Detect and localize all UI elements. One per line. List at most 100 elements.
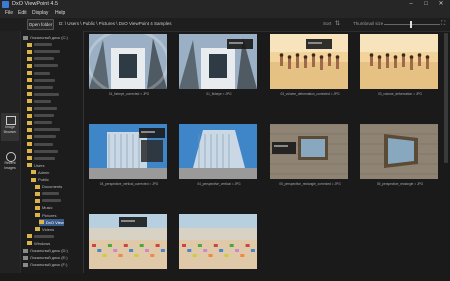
menu-file[interactable]: File	[5, 9, 13, 18]
tree-folder[interactable]	[27, 155, 55, 162]
thumbnail-item[interactable]: 05_perspective_rectangle = JPG	[358, 121, 438, 191]
thumbnail-item[interactable]: 01_fisheye_corrected = JPG	[87, 31, 167, 101]
tree-folder[interactable]	[27, 119, 52, 126]
thumbnail-size-slider-handle[interactable]	[409, 21, 412, 28]
recent-images-button[interactable]: Recent Images	[1, 149, 19, 177]
folder-icon	[27, 106, 32, 111]
thumbnail-item[interactable]: 01_fisheye = JPG	[177, 31, 257, 101]
tree-folder[interactable]	[27, 105, 57, 112]
thumbnail-image[interactable]	[89, 34, 167, 89]
thumbnail-image[interactable]	[179, 34, 257, 89]
menu-edit[interactable]: Edit	[18, 9, 27, 18]
tree-item-label: Pictures	[42, 212, 57, 218]
menu-help[interactable]: Help	[55, 9, 65, 18]
tree-folder[interactable]: DxO View	[39, 218, 64, 226]
close-button[interactable]: ✕	[434, 0, 448, 9]
thumbnail-item[interactable]: 03_volume_deformation = JPG	[358, 31, 438, 101]
folder-tree: Локальный диск (C:) Users Admin Public Docum…	[21, 31, 84, 273]
folder-icon	[27, 120, 32, 125]
folder-icon	[27, 163, 32, 168]
tree-item-label: Music	[42, 205, 53, 211]
thumbnail-size-slider[interactable]	[384, 24, 440, 25]
blurred-folder-name	[34, 71, 50, 75]
thumbnail-image[interactable]	[270, 34, 348, 89]
thumbnail-image[interactable]	[270, 124, 348, 179]
tree-folder[interactable]	[27, 70, 50, 77]
image-browser-icon	[6, 116, 16, 125]
tree-folder[interactable]	[35, 197, 61, 204]
tree-folder[interactable]	[27, 77, 55, 84]
tree-folder[interactable]	[27, 98, 51, 105]
tree-folder[interactable]	[27, 141, 53, 148]
image-browser-button[interactable]: Image Browser	[1, 113, 19, 141]
thumbnail-size-label: Thumbnail size	[353, 21, 384, 26]
fullscreen-icon[interactable]: ⛶	[441, 19, 445, 29]
thumbnail-item[interactable]: 05_perspective_rectangle_corrected = JPG	[268, 121, 348, 191]
toolbar: Open folder D: \ Users \ Public \ Pictur…	[0, 18, 450, 32]
tree-folder[interactable]	[27, 133, 56, 140]
tree-drive[interactable]: Локальный диск (E:)	[23, 254, 68, 261]
grid-scrollbar[interactable]	[444, 33, 448, 163]
thumbnail-caption: 03_volume_deformation_corrected = JPG	[280, 92, 340, 96]
tree-folder[interactable]	[27, 62, 58, 69]
drive-icon	[23, 262, 28, 267]
tree-folder[interactable]: Videos	[35, 226, 54, 233]
blurred-folder-name	[34, 92, 59, 96]
sort-order-icon[interactable]: ⇅	[335, 19, 340, 29]
tree-folder[interactable]	[27, 41, 52, 48]
menu-display[interactable]: Display	[32, 9, 48, 18]
tree-drive[interactable]: Локальный диск (C:)	[23, 34, 68, 41]
blurred-folder-name	[34, 107, 57, 110]
tree-folder[interactable]	[27, 112, 54, 119]
thumbnail-caption: 05_perspective_rectangle_corrected = JPG	[279, 182, 341, 186]
thumbnail-item[interactable]: 04_perspective_vertical = JPG	[177, 121, 257, 191]
tree-folder[interactable]: Windows	[27, 240, 50, 247]
tree-folder[interactable]: Documents	[35, 183, 62, 190]
tree-item-label: Users	[34, 162, 45, 168]
thumbnail-item[interactable]	[177, 211, 257, 281]
tree-item-label: Локальный диск (E:)	[30, 255, 68, 261]
thumbnail-caption: 01_fisheye = JPG	[206, 92, 232, 96]
thumbnail-grid: 01_fisheye_corrected = JPG 01_fisheye = J…	[84, 31, 450, 273]
thumbnail-image[interactable]	[360, 124, 438, 179]
thumbnail-item[interactable]: 04_perspective_vertical_corrected = JPG	[87, 121, 167, 191]
tree-folder[interactable]	[27, 84, 53, 91]
tree-drive[interactable]: Локальный диск (F:)	[23, 261, 67, 268]
thumbnail-image[interactable]	[179, 124, 257, 179]
maximize-button[interactable]: □	[419, 0, 433, 9]
thumbnail-item[interactable]: 03_volume_deformation_corrected = JPG	[268, 31, 348, 101]
tree-folder[interactable]: Music	[35, 204, 52, 211]
blurred-folder-name	[34, 135, 56, 139]
tree-folder[interactable]	[35, 190, 59, 197]
sort-label[interactable]: Sort	[323, 19, 331, 29]
tree-drive[interactable]: Локальный диск (D:)	[23, 247, 68, 254]
thumbnail-image[interactable]	[89, 124, 167, 179]
tree-item-label: Локальный диск (C:)	[30, 35, 68, 40]
tree-folder[interactable]: Admin	[31, 169, 49, 176]
left-rail: Image Browser Recent Images	[0, 31, 21, 273]
tree-folder[interactable]	[27, 48, 60, 55]
tree-folder[interactable]	[27, 91, 59, 98]
thumbnail-image[interactable]	[89, 214, 167, 269]
folder-icon	[27, 127, 32, 132]
minimize-button[interactable]: –	[404, 0, 418, 9]
folder-icon	[27, 156, 32, 161]
blurred-folder-name	[42, 192, 59, 196]
tree-folder[interactable]: Public	[31, 176, 49, 183]
folder-icon	[35, 184, 40, 189]
thumbnail-image[interactable]	[360, 34, 438, 89]
folder-icon	[35, 213, 40, 217]
tree-folder[interactable]	[27, 148, 58, 155]
tree-item-label: DxO View	[46, 219, 64, 225]
thumbnail-item[interactable]	[87, 211, 167, 281]
tree-folder[interactable]: Users	[27, 162, 44, 169]
breadcrumb-path[interactable]: D: \ Users \ Public \ Pictures \ DxO Vie…	[59, 19, 171, 29]
tree-folder[interactable]	[27, 233, 54, 240]
folder-icon	[27, 85, 32, 90]
tree-folder[interactable]	[27, 126, 60, 133]
thumbnail-image[interactable]	[179, 214, 257, 269]
open-folder-button[interactable]: Open folder	[27, 19, 54, 30]
tree-folder[interactable]: Pictures	[35, 212, 56, 219]
tree-folder[interactable]	[27, 55, 54, 62]
folder-icon	[31, 177, 36, 182]
